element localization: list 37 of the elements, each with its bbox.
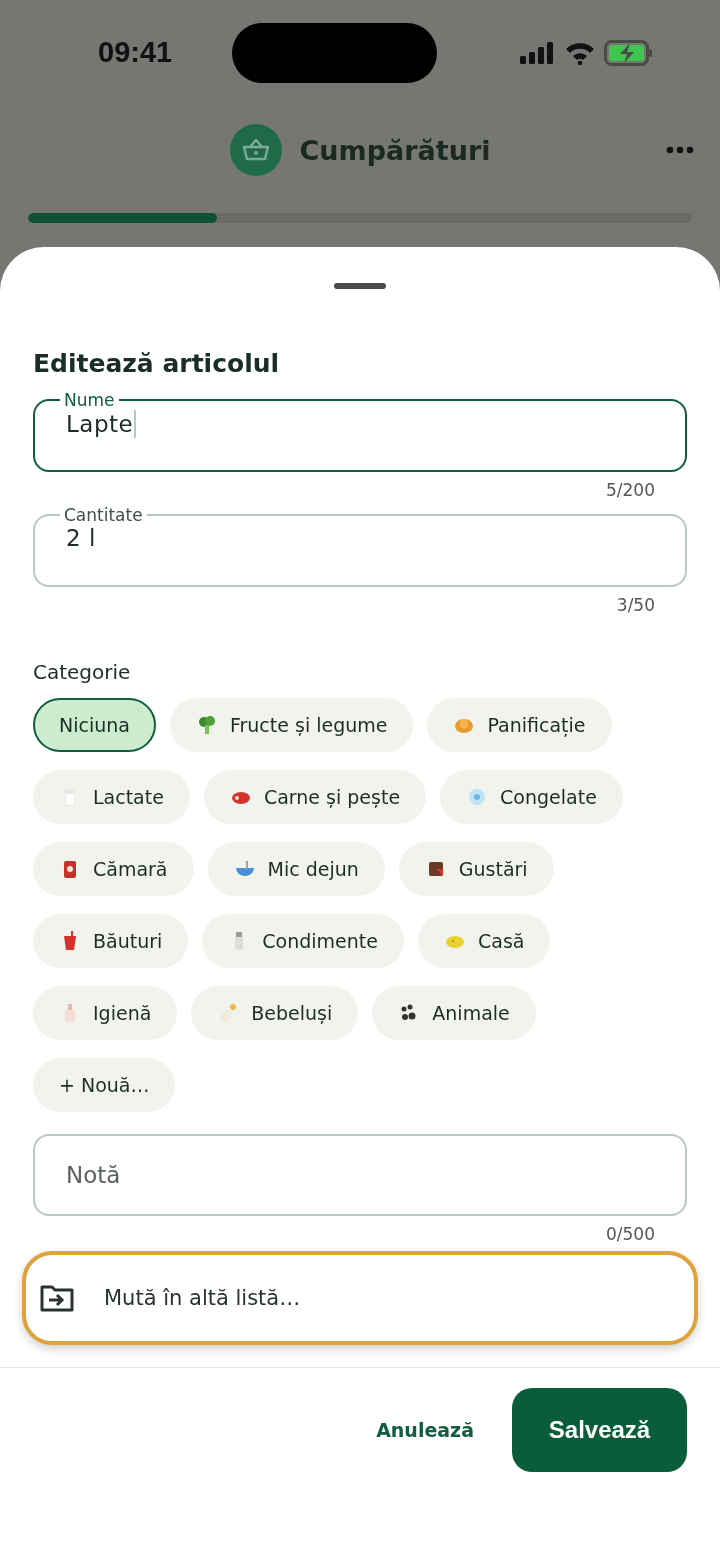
- text-field[interactable]: Nume Lapte: [33, 390, 687, 472]
- save-button[interactable]: Salvează: [512, 1388, 687, 1472]
- cancel-button[interactable]: Anulează: [372, 1415, 478, 1445]
- category-chip[interactable]: Gustări: [398, 842, 554, 896]
- wifi-icon: [564, 40, 596, 65]
- folder-move-icon: [40, 1284, 74, 1312]
- category-chip[interactable]: Lactate: [33, 770, 190, 824]
- category-chip[interactable]: Casă: [417, 914, 551, 968]
- move-to-list-button[interactable]: Mută în altă listă…: [22, 1251, 698, 1345]
- list-title: Cumpărături: [299, 134, 491, 166]
- battery-charging-icon: [604, 39, 654, 66]
- character-counter: 3/50: [616, 596, 655, 614]
- category-chip[interactable]: Igienă: [33, 986, 178, 1040]
- signal-icon: [520, 41, 556, 64]
- category-chip[interactable]: Fructe și legume: [169, 698, 414, 752]
- more-icon[interactable]: [666, 146, 694, 154]
- character-counter: 5/200: [606, 481, 655, 499]
- section-label: Categorie: [33, 660, 132, 684]
- category-chip[interactable]: Cămară: [33, 842, 194, 896]
- character-counter: 0/500: [606, 1225, 655, 1243]
- category-chip[interactable]: Panificație: [427, 698, 612, 752]
- category-chip[interactable]: Carne și pește: [203, 770, 427, 824]
- sheet-title: Editează articolul: [33, 349, 281, 378]
- category-chip[interactable]: Congelate: [440, 770, 623, 824]
- text-cursor: [134, 410, 137, 438]
- category-chip[interactable]: Niciuna: [33, 698, 156, 752]
- basket-icon: [229, 124, 282, 176]
- category-chip[interactable]: Bebeluși: [191, 986, 359, 1040]
- category-chip[interactable]: Mic dejun: [207, 842, 385, 896]
- text-field[interactable]: Cantitate 2 l: [33, 505, 687, 587]
- category-chip[interactable]: Condimente: [202, 914, 404, 968]
- category-chip[interactable]: Băuturi: [33, 914, 189, 968]
- category-chip[interactable]: Animale: [372, 986, 536, 1040]
- status-time: 09:41: [98, 36, 173, 69]
- drag-handle[interactable]: [334, 283, 386, 289]
- note-field[interactable]: Notă: [33, 1134, 687, 1216]
- new-category-chip[interactable]: + Nouă…: [33, 1058, 176, 1112]
